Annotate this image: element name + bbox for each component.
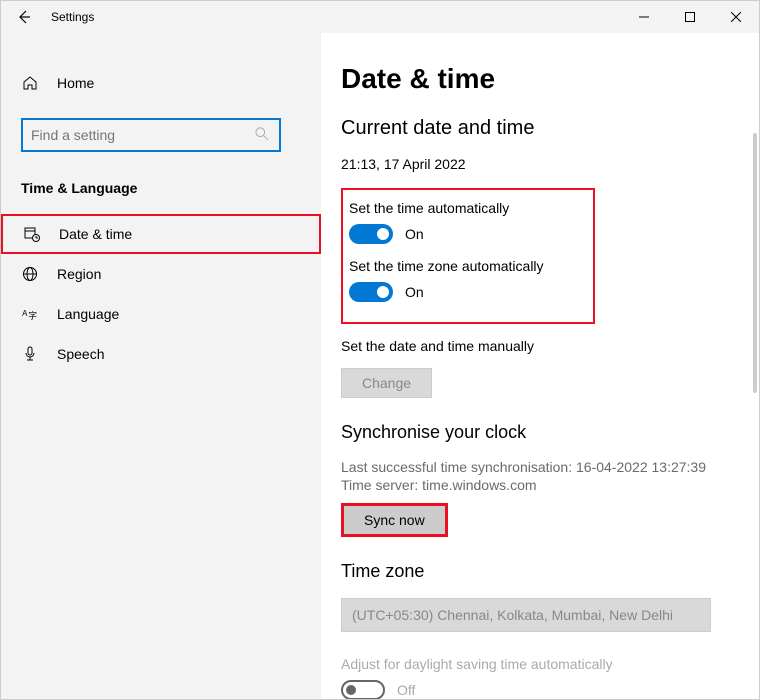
nav-region-label: Region [57, 266, 101, 282]
manual-label: Set the date and time manually [341, 338, 739, 354]
language-icon: A字 [21, 305, 39, 323]
page-heading: Date & time [341, 63, 739, 95]
dst-state: Off [397, 682, 415, 698]
search-input[interactable] [31, 127, 255, 143]
auto-tz-toggle[interactable] [349, 282, 393, 302]
auto-time-label: Set the time automatically [349, 200, 581, 216]
back-button[interactable] [1, 1, 47, 33]
globe-icon [21, 265, 39, 283]
close-button[interactable] [713, 1, 759, 33]
nav-speech-label: Speech [57, 346, 104, 362]
nav-region[interactable]: Region [1, 254, 321, 294]
search-icon [255, 127, 271, 143]
tz-heading: Time zone [341, 561, 739, 582]
highlight-box: Set the time automatically On Set the ti… [341, 188, 595, 324]
sync-now-button[interactable]: Sync now [341, 503, 448, 537]
nav-speech[interactable]: Speech [1, 334, 321, 374]
change-button: Change [341, 368, 432, 398]
dst-toggle [341, 680, 385, 699]
nav-date-time-label: Date & time [59, 226, 132, 242]
microphone-icon [21, 345, 39, 363]
nav-date-time[interactable]: Date & time [1, 214, 321, 254]
calendar-clock-icon [23, 225, 41, 243]
nav-language-label: Language [57, 306, 119, 322]
sync-last-text: Last successful time synchronisation: 16… [341, 459, 739, 475]
scrollbar[interactable] [753, 133, 757, 393]
minimize-button[interactable] [621, 1, 667, 33]
sync-server-text: Time server: time.windows.com [341, 477, 739, 493]
content-area: Date & time Current date and time 21:13,… [321, 33, 759, 699]
nav-home-label: Home [57, 75, 94, 91]
nav-language[interactable]: A字 Language [1, 294, 321, 334]
auto-time-toggle[interactable] [349, 224, 393, 244]
auto-tz-state: On [405, 284, 424, 300]
auto-tz-label: Set the time zone automatically [349, 258, 581, 274]
sync-heading: Synchronise your clock [341, 422, 739, 443]
sidebar: Home Time & Language Date & time Region … [1, 33, 321, 699]
nav-home[interactable]: Home [1, 63, 321, 103]
window-controls [621, 1, 759, 33]
window-title: Settings [47, 10, 94, 24]
svg-text:字: 字 [28, 309, 37, 320]
dst-label: Adjust for daylight saving time automati… [341, 656, 739, 672]
timezone-dropdown: (UTC+05:30) Chennai, Kolkata, Mumbai, Ne… [341, 598, 711, 632]
home-icon [21, 74, 39, 92]
titlebar: Settings [1, 1, 759, 33]
section-current-heading: Current date and time [341, 117, 739, 140]
maximize-button[interactable] [667, 1, 713, 33]
search-input-container[interactable] [21, 118, 281, 152]
timezone-value: (UTC+05:30) Chennai, Kolkata, Mumbai, Ne… [352, 607, 673, 623]
auto-time-state: On [405, 226, 424, 242]
current-datetime: 21:13, 17 April 2022 [341, 156, 739, 172]
svg-text:A: A [22, 309, 28, 318]
category-header: Time & Language [1, 172, 321, 214]
